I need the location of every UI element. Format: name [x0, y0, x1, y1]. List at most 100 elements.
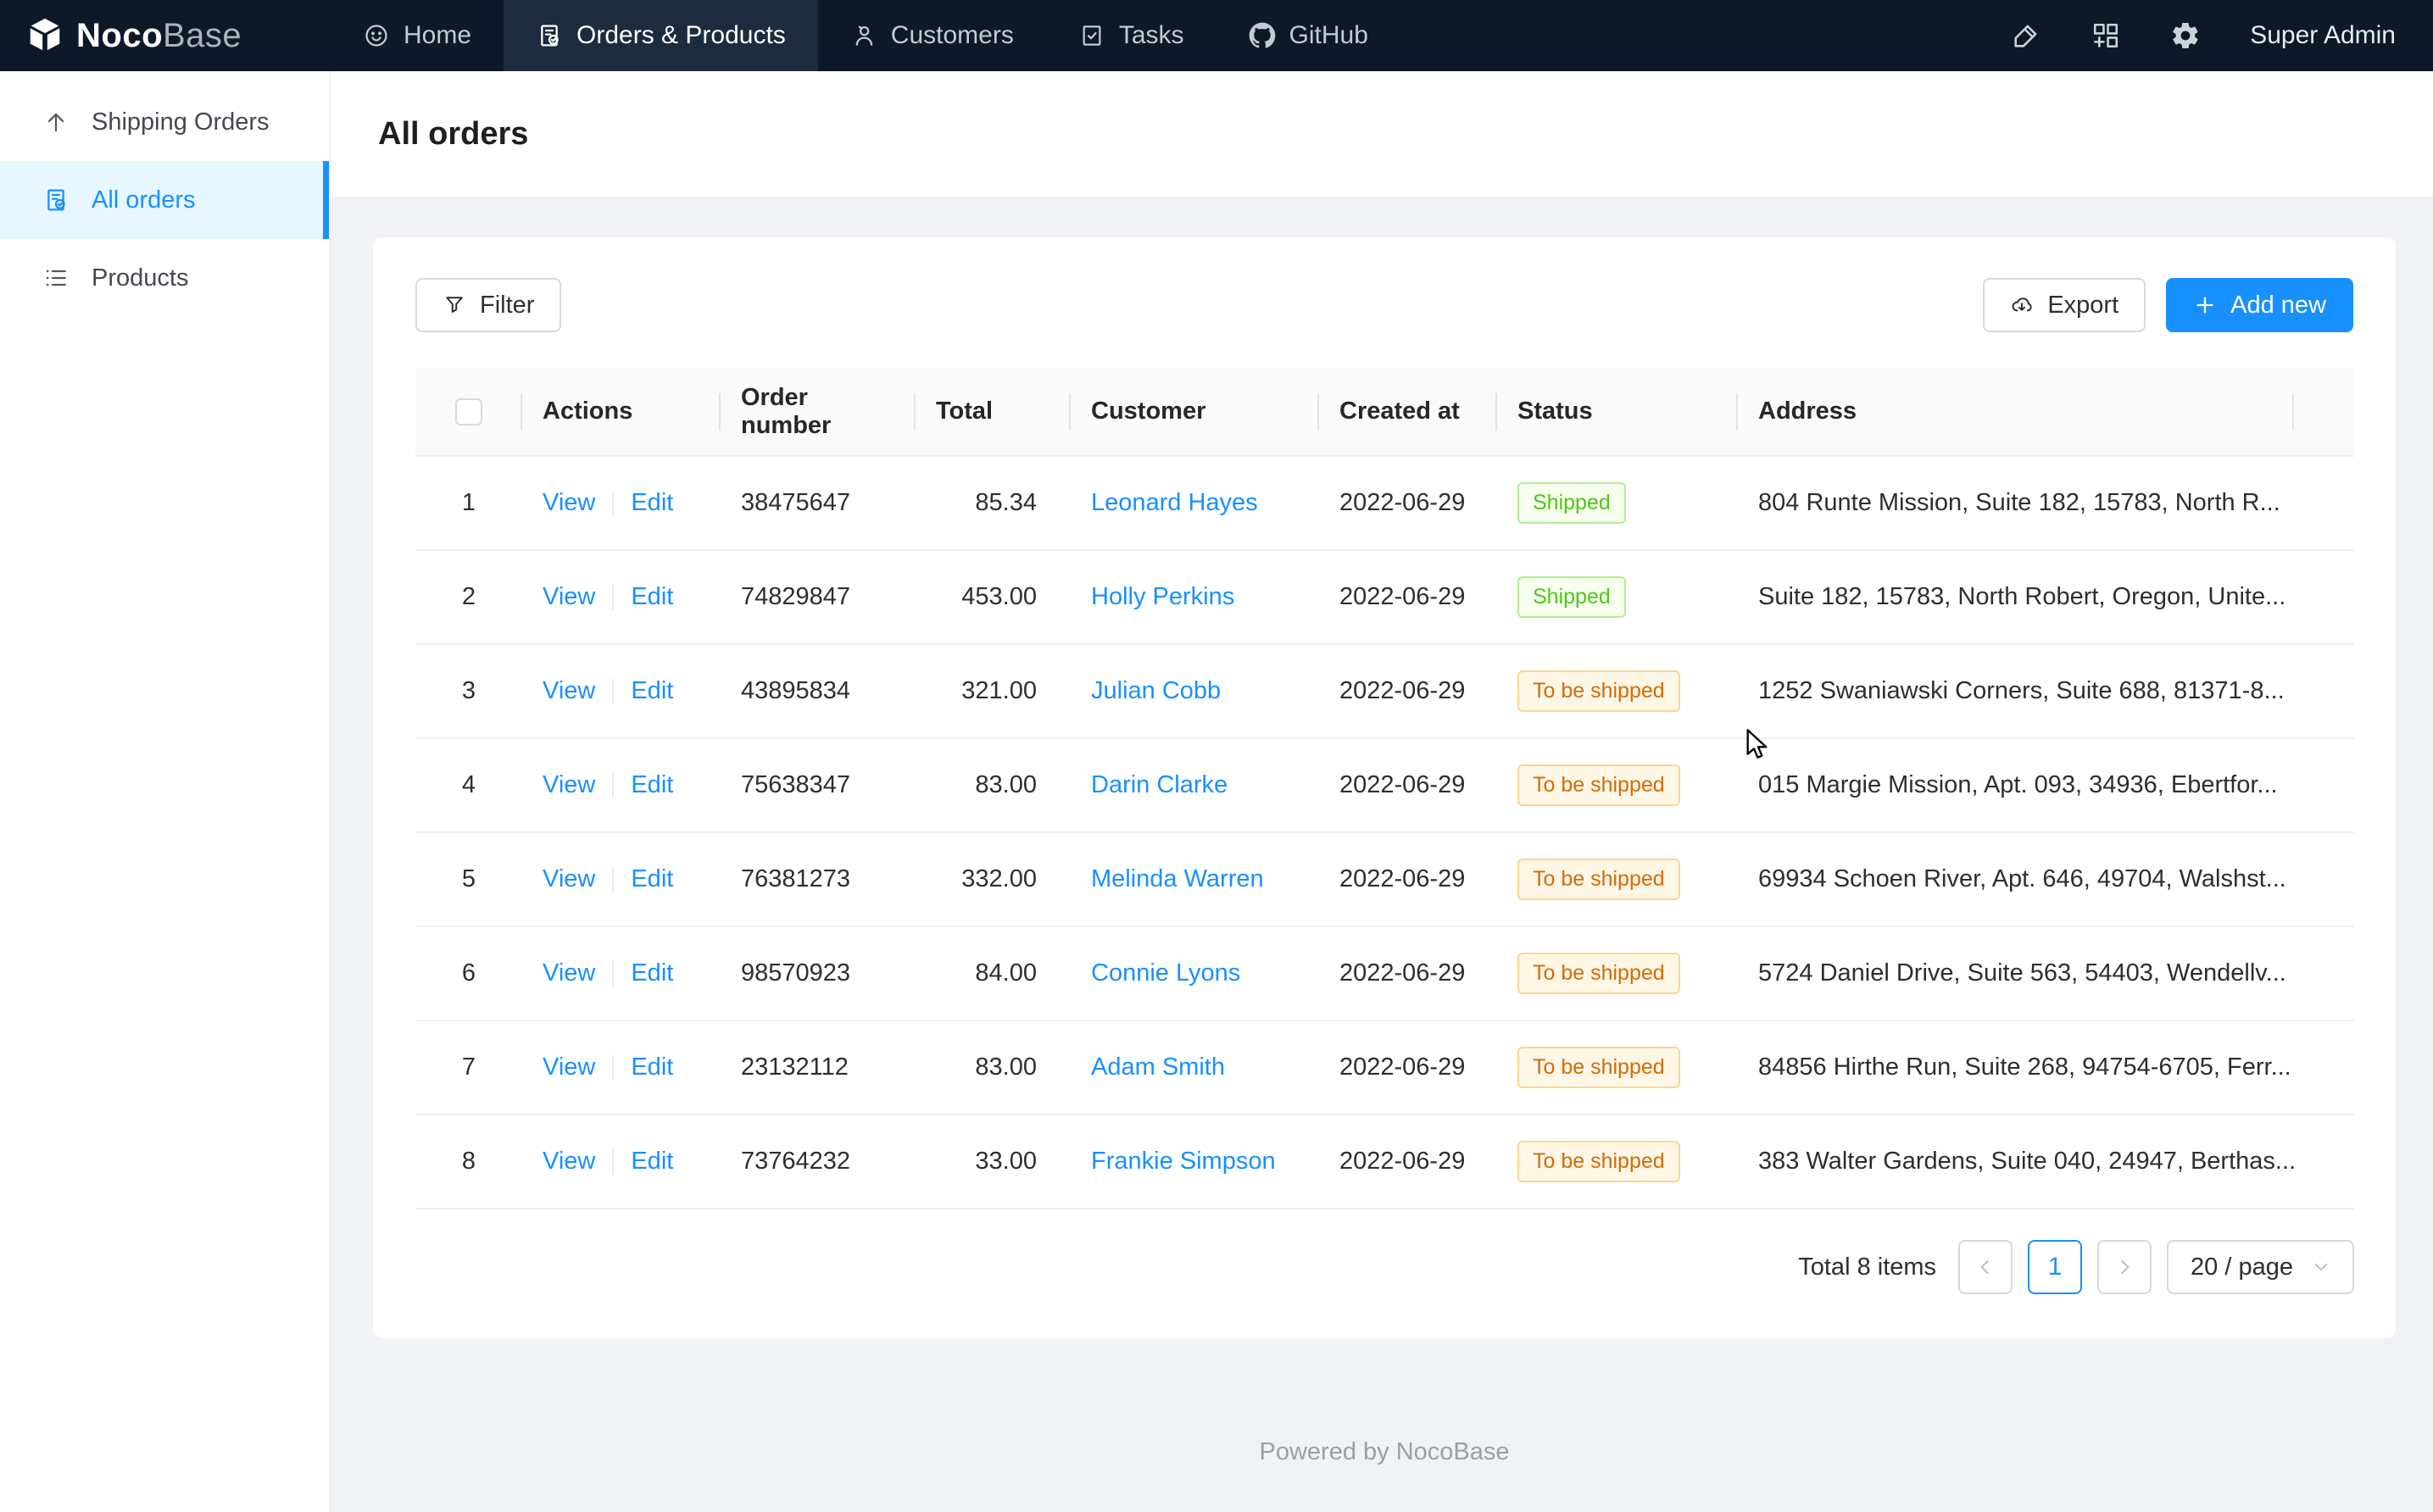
column-header-order-number: Order number	[721, 368, 916, 456]
nocobase-logo[interactable]: NocoBase	[0, 0, 331, 71]
sidebar-item-shipping-orders[interactable]: Shipping Orders	[0, 83, 329, 161]
customer-link[interactable]: Melinda Warren	[1091, 865, 1264, 892]
address-cell: Suite 182, 15783, North Robert, Oregon, …	[1758, 583, 2285, 610]
edit-link[interactable]: Edit	[631, 1053, 673, 1081]
table-row: 1 ViewEdit 38475647 85.34 Leonard Hayes …	[415, 456, 2354, 550]
order-number-cell: 23132112	[741, 1053, 849, 1081]
customer-link[interactable]: Frankie Simpson	[1091, 1148, 1276, 1175]
list-icon	[42, 264, 70, 292]
status-badge: To be shipped	[1517, 764, 1680, 806]
action-divider	[612, 585, 614, 610]
customer-link[interactable]: Holly Perkins	[1091, 583, 1234, 610]
edit-link[interactable]: Edit	[631, 489, 673, 516]
chevron-left-icon	[1974, 1256, 1996, 1278]
filter-button[interactable]: Filter	[415, 278, 561, 332]
address-cell: 1252 Swaniawski Corners, Suite 688, 8137…	[1758, 677, 2285, 704]
customer-link[interactable]: Darin Clarke	[1091, 771, 1228, 798]
order-number-cell: 75638347	[741, 771, 850, 798]
pagination-page-1[interactable]: 1	[2028, 1240, 2082, 1294]
total-cell: 453.00	[961, 583, 1037, 610]
address-cell: 84856 Hirthe Run, Suite 268, 94754-6705,…	[1758, 1053, 2291, 1081]
nav-tab-home[interactable]: Home	[331, 0, 504, 71]
view-link[interactable]: View	[543, 1053, 595, 1081]
view-link[interactable]: View	[543, 489, 595, 516]
ui-editor-pen-icon[interactable]	[2011, 20, 2041, 51]
column-header-status: Status	[1497, 368, 1738, 456]
action-divider	[612, 1055, 614, 1081]
tasks-icon	[1078, 22, 1105, 49]
created-at-cell: 2022-06-29	[1339, 489, 1465, 516]
sidebar-item-all-orders[interactable]: All orders	[0, 161, 329, 239]
orders-table-card: Filter Export Add new	[373, 237, 2396, 1338]
address-cell: 69934 Schoen River, Apt. 646, 49704, Wal…	[1758, 865, 2286, 892]
view-link[interactable]: View	[543, 1148, 595, 1175]
chevron-right-icon	[2113, 1256, 2135, 1278]
view-link[interactable]: View	[543, 865, 595, 892]
row-index: 3	[462, 677, 476, 704]
created-at-cell: 2022-06-29	[1339, 1053, 1465, 1081]
nav-right-controls: Super Admin	[2011, 0, 2433, 71]
chevron-down-icon	[2312, 1258, 2330, 1276]
row-index: 6	[462, 959, 476, 987]
address-cell: 015 Margie Mission, Apt. 093, 34936, Ebe…	[1758, 771, 2278, 798]
customer-link[interactable]: Julian Cobb	[1091, 677, 1221, 704]
total-cell: 83.00	[975, 771, 1037, 798]
row-index: 5	[462, 865, 476, 892]
status-badge: To be shipped	[1517, 1141, 1680, 1182]
nav-tab-tasks[interactable]: Tasks	[1046, 0, 1216, 71]
customer-link[interactable]: Connie Lyons	[1091, 959, 1240, 987]
row-index: 8	[462, 1148, 476, 1175]
customer-link[interactable]: Leonard Hayes	[1091, 489, 1258, 516]
nav-tab-github[interactable]: GitHub	[1216, 0, 1400, 71]
github-icon	[1249, 22, 1276, 49]
view-link[interactable]: View	[543, 771, 595, 798]
edit-link[interactable]: Edit	[631, 771, 673, 798]
logo-bold: Noco	[76, 17, 163, 54]
status-badge: To be shipped	[1517, 859, 1680, 900]
pagination-next-button[interactable]	[2097, 1240, 2152, 1294]
nav-tab-orders-products[interactable]: Orders & Products	[504, 0, 818, 71]
user-menu[interactable]: Super Admin	[2250, 21, 2396, 50]
edit-link[interactable]: Edit	[631, 959, 673, 987]
created-at-cell: 2022-06-29	[1339, 959, 1465, 987]
address-cell: 5724 Daniel Drive, Suite 563, 54403, Wen…	[1758, 959, 2286, 987]
address-cell: 383 Walter Gardens, Suite 040, 24947, Be…	[1758, 1148, 2294, 1175]
plugin-manager-icon[interactable]	[2091, 20, 2121, 51]
column-header-customer: Customer	[1071, 368, 1319, 456]
status-badge: To be shipped	[1517, 670, 1680, 712]
customer-link[interactable]: Adam Smith	[1091, 1053, 1225, 1081]
cloud-download-icon	[2010, 293, 2034, 317]
nav-tab-customers[interactable]: Customers	[818, 0, 1046, 71]
export-button[interactable]: Export	[1983, 278, 2146, 332]
action-divider	[612, 1149, 614, 1175]
order-number-cell: 43895834	[741, 677, 850, 704]
view-link[interactable]: View	[543, 583, 595, 610]
settings-gear-icon[interactable]	[2170, 20, 2201, 51]
order-number-cell: 98570923	[741, 959, 850, 987]
column-header-address: Address	[1738, 368, 2294, 456]
page-title: All orders	[378, 116, 528, 153]
order-number-cell: 73764232	[741, 1148, 850, 1175]
page-size-select[interactable]: 20 / page	[2167, 1240, 2354, 1294]
select-all-checkbox[interactable]	[455, 398, 482, 425]
column-header-spacer	[2294, 368, 2354, 456]
view-link[interactable]: View	[543, 959, 595, 987]
pagination-prev-button[interactable]	[1958, 1240, 2013, 1294]
logo-light: Base	[163, 17, 242, 54]
order-number-cell: 38475647	[741, 489, 850, 516]
created-at-cell: 2022-06-29	[1339, 1148, 1465, 1175]
add-new-button[interactable]: Add new	[2166, 278, 2353, 332]
row-index: 2	[462, 583, 476, 610]
edit-link[interactable]: Edit	[631, 865, 673, 892]
sidebar-item-products[interactable]: Products	[0, 239, 329, 317]
table-header-row: ActionsOrder numberTotalCustomerCreated …	[415, 368, 2354, 456]
edit-link[interactable]: Edit	[631, 677, 673, 704]
table-row: 6 ViewEdit 98570923 84.00 Connie Lyons 2…	[415, 926, 2354, 1020]
view-link[interactable]: View	[543, 677, 595, 704]
pagination: Total 8 items 1 20 / page	[415, 1240, 2354, 1294]
edit-link[interactable]: Edit	[631, 583, 673, 610]
edit-link[interactable]: Edit	[631, 1148, 673, 1175]
nocobase-logo-icon	[25, 16, 64, 55]
table-body: 1 ViewEdit 38475647 85.34 Leonard Hayes …	[415, 456, 2354, 1209]
total-cell: 321.00	[961, 677, 1037, 704]
